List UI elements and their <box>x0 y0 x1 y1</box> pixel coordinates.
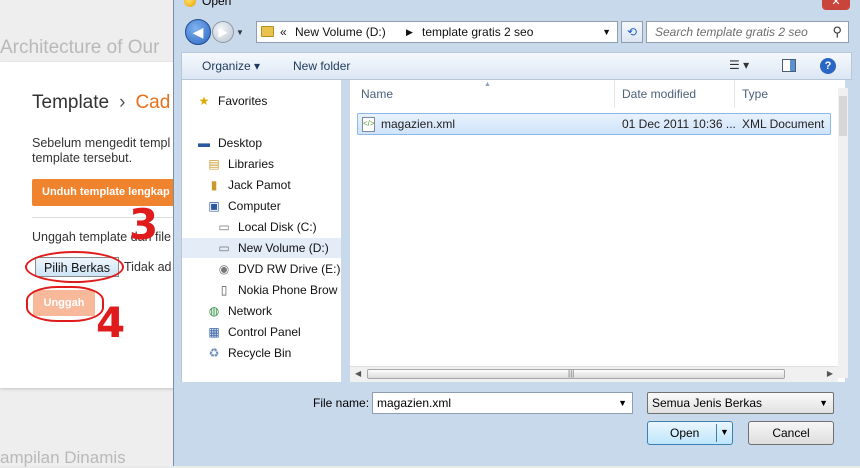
cancel-button[interactable]: Cancel <box>748 421 834 445</box>
column-separator[interactable] <box>614 80 615 108</box>
file-list: Name ▲ Date modified Type </> magazien.x… <box>350 80 845 382</box>
navigation-bar: ◀ ▶ ▼ « New Volume (D:) ▶ template grati… <box>174 14 860 50</box>
disk-icon: ▭ <box>218 241 230 255</box>
column-separator[interactable] <box>734 80 735 108</box>
user-folder-icon: ▮ <box>210 178 218 192</box>
column-header-name[interactable]: Name <box>361 80 393 108</box>
address-segment-volume[interactable]: New Volume (D:) <box>295 22 386 42</box>
sidebar-item-network[interactable]: ◍ Network <box>182 301 341 321</box>
sidebar-item-libraries[interactable]: ▤ Libraries <box>182 154 341 174</box>
open-file-dialog: Open ✕ ◀ ▶ ▼ « New Volume (D:) ▶ templat… <box>173 0 860 466</box>
star-icon: ★ <box>198 94 210 108</box>
split-divider <box>716 424 717 442</box>
scroll-grip-icon: ||| <box>568 369 575 378</box>
xml-file-icon: </> <box>362 117 375 132</box>
page-title: Template › Cad <box>32 92 170 114</box>
sidebar-item-desktop[interactable]: ▬ Desktop <box>182 133 341 153</box>
breadcrumb-root[interactable]: Template <box>32 92 109 113</box>
forward-button[interactable]: ▶ <box>212 21 234 43</box>
file-name: magazien.xml <box>381 117 456 131</box>
sidebar-item-control-panel[interactable]: ▦ Control Panel <box>182 322 341 342</box>
filename-dropdown-icon[interactable]: ▼ <box>618 393 627 413</box>
address-overflow-chevron[interactable]: « <box>280 22 287 42</box>
sidebar-item-recycle-bin[interactable]: ♻ Recycle Bin <box>182 343 341 363</box>
open-button[interactable]: Open ▼ <box>647 421 733 445</box>
libraries-icon: ▤ <box>208 157 220 171</box>
phone-icon: ▯ <box>220 283 228 297</box>
refresh-button[interactable]: ⟲ <box>621 21 643 43</box>
address-segment-folder[interactable]: template gratis 2 seo <box>422 22 533 42</box>
organize-button[interactable]: Organize ▾ <box>202 59 260 73</box>
vertical-scrollbar[interactable] <box>838 88 848 378</box>
filename-value: magazien.xml <box>377 396 452 410</box>
desktop-icon: ▬ <box>198 136 210 150</box>
close-button[interactable]: ✕ <box>822 0 850 10</box>
filename-input[interactable]: magazien.xml ▼ <box>372 392 633 414</box>
new-folder-button[interactable]: New folder <box>293 59 350 73</box>
open-button-label: Open <box>670 426 700 440</box>
scroll-left-icon[interactable]: ◀ <box>355 369 361 378</box>
footer-text: ampilan Dinamis <box>0 448 126 467</box>
scroll-right-icon[interactable]: ▶ <box>827 369 833 378</box>
vertical-scroll-thumb[interactable] <box>839 96 847 136</box>
address-bar[interactable]: « New Volume (D:) ▶ template gratis 2 se… <box>256 21 618 43</box>
annotation-circle-4 <box>26 286 104 322</box>
chrome-icon <box>184 0 196 7</box>
column-header-date[interactable]: Date modified <box>622 80 696 108</box>
open-dropdown-icon[interactable]: ▼ <box>720 427 729 437</box>
address-dropdown-icon[interactable]: ▼ <box>602 22 611 42</box>
page-header-text: Architecture of Our <box>0 37 160 58</box>
dialog-titlebar[interactable]: Open ✕ <box>174 0 860 12</box>
file-type: XML Document <box>742 117 825 131</box>
recycle-bin-icon: ♻ <box>208 346 220 360</box>
change-view-button[interactable]: ☰ ▾ <box>729 58 749 72</box>
sidebar-item-local-disk-c[interactable]: ▭ Local Disk (C:) <box>182 217 341 237</box>
file-date: 01 Dec 2011 10:36 ... <box>622 117 736 131</box>
control-panel-icon: ▦ <box>208 325 220 339</box>
network-icon: ◍ <box>208 304 220 318</box>
filetype-dropdown-icon[interactable]: ▼ <box>819 393 828 413</box>
search-box[interactable]: Search template gratis 2 seo ⚲ <box>646 21 849 43</box>
help-icon[interactable]: ? <box>820 58 836 74</box>
sidebar-item-new-volume-d[interactable]: ▭ New Volume (D:) <box>182 238 341 258</box>
command-toolbar: Organize ▾ New folder ☰ ▾ ? <box>181 52 852 80</box>
breadcrumb-current: Cad <box>135 92 171 113</box>
template-description: Sebelum mengedit templ template tersebut… <box>32 136 171 165</box>
horizontal-scrollbar[interactable]: ◀ ||| ▶ <box>350 366 838 382</box>
download-template-button[interactable]: Unduh template lengkap <box>32 179 182 206</box>
annotation-step-3: 3 <box>129 200 159 249</box>
sidebar-item-computer[interactable]: ▣ Computer <box>182 196 341 216</box>
filetype-select[interactable]: Semua Jenis Berkas ▼ <box>647 392 834 414</box>
sidebar-item-nokia-phone[interactable]: ▯ Nokia Phone Brow <box>182 280 341 300</box>
history-dropdown-icon[interactable]: ▼ <box>236 28 244 37</box>
search-icon[interactable]: ⚲ <box>832 24 842 40</box>
file-row[interactable]: </> magazien.xml 01 Dec 2011 10:36 ... X… <box>357 113 831 135</box>
sidebar-item-favorites[interactable]: ★ Favorites <box>182 91 341 111</box>
back-button[interactable]: ◀ <box>185 19 211 45</box>
folder-icon <box>261 26 274 37</box>
navigation-pane: ★ Favorites ▬ Desktop ▤ Libraries ▮ Jack… <box>181 80 341 382</box>
filetype-value: Semua Jenis Berkas <box>652 396 763 410</box>
dialog-title: Open <box>202 0 232 8</box>
sidebar-item-jack-pamot[interactable]: ▮ Jack Pamot <box>182 175 341 195</box>
annotation-step-4: 4 <box>96 298 126 347</box>
filename-label: File name: <box>313 396 370 410</box>
no-file-text: Tidak ad <box>124 260 172 274</box>
sort-arrow-icon: ▲ <box>484 81 491 88</box>
dvd-icon: ◉ <box>218 262 230 276</box>
breadcrumb-separator: › <box>119 92 126 113</box>
address-arrow-icon[interactable]: ▶ <box>406 22 413 42</box>
column-header-type[interactable]: Type <box>742 80 768 108</box>
search-placeholder: Search template gratis 2 seo <box>655 25 808 39</box>
sidebar-item-dvd-drive[interactable]: ◉ DVD RW Drive (E:) <box>182 259 341 279</box>
preview-pane-icon[interactable] <box>782 59 796 72</box>
divider <box>32 217 182 218</box>
disk-icon: ▭ <box>218 220 230 234</box>
computer-icon: ▣ <box>208 199 220 213</box>
annotation-circle-3 <box>25 251 124 283</box>
horizontal-scroll-thumb[interactable]: ||| <box>367 369 785 379</box>
